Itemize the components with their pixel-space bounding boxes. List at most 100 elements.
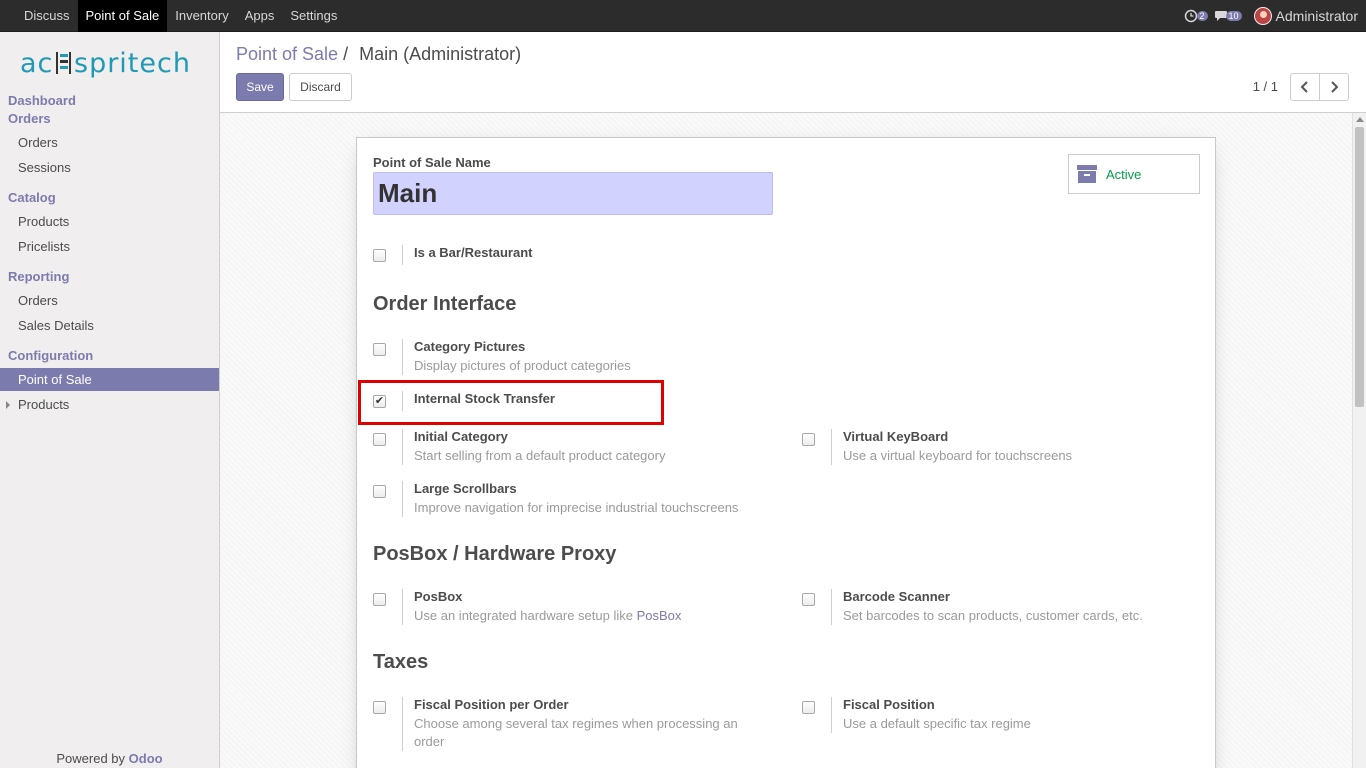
option-initial-category: Initial Category Start selling from a de… [373,429,793,467]
option-virtual-keyboard: Virtual KeyBoard Use a virtual keyboard … [802,429,1222,467]
barcode-scanner-desc: Set barcodes to scan products, customer … [843,608,1143,623]
odoo-link[interactable]: Odoo [129,751,163,766]
archive-icon [1077,165,1097,183]
internal-stock-transfer-checkbox[interactable] [373,395,386,408]
sidebar-head-configuration[interactable]: Configuration [8,348,93,363]
bar-restaurant-checkbox[interactable] [373,249,386,262]
fiscal-position-per-order-title: Fiscal Position per Order [414,697,569,712]
company-logo: ac spritech [20,44,200,84]
option-posbox: PosBox Use an integrated hardware setup … [373,589,793,627]
powered-by-text: Powered by [56,751,126,766]
barcode-scanner-checkbox[interactable] [802,593,815,606]
sidebar-head-catalog[interactable]: Catalog [8,190,56,205]
systray: 2 10 Administrator [1184,0,1358,32]
option-barcode-scanner: Barcode Scanner Set barcodes to scan pro… [802,589,1222,627]
sidebar-head-dashboard[interactable]: Dashboard [8,93,76,108]
chevron-left-icon [1300,81,1308,93]
divider [831,589,832,625]
divider [831,429,832,465]
posbox-desc-wrap: Use an integrated hardware setup like Po… [414,607,754,625]
powered-by: Powered by Odoo [0,751,219,766]
menu-settings[interactable]: Settings [282,0,345,32]
sidebar-item-config-products[interactable]: Products [0,393,219,416]
section-order-interface: Order Interface [373,293,517,315]
virtual-keyboard-title: Virtual KeyBoard [843,429,949,444]
sidebar-item-label: Products [18,397,70,412]
activity-button[interactable]: 2 [1184,7,1208,25]
save-button[interactable]: Save [236,73,284,101]
fiscal-position-title: Fiscal Position [843,697,935,712]
initial-category-title: Initial Category [414,429,508,444]
breadcrumb: Point of Sale / Main (Administrator) [236,44,521,65]
pos-name-input[interactable]: Main [373,172,773,215]
barcode-scanner-title: Barcode Scanner [843,589,950,604]
option-large-scrollbars: Large Scrollbars Improve navigation for … [373,481,793,519]
category-pictures-desc: Display pictures of product categories [414,358,631,373]
divider [402,429,403,465]
virtual-keyboard-checkbox[interactable] [802,433,815,446]
menu-discuss[interactable]: Discuss [16,0,78,32]
posbox-title: PosBox [414,589,463,604]
initial-category-checkbox[interactable] [373,433,386,446]
clock-icon [1184,9,1197,23]
sidebar-item-report-orders[interactable]: Orders [0,289,219,312]
option-fiscal-position: Fiscal Position Use a default specific t… [802,697,1222,735]
form-view: Point of Sale Name Main Active Is a Bar/… [220,113,1352,768]
active-label: Active [1106,166,1142,182]
svg-text:spritech: spritech [74,48,191,79]
category-pictures-checkbox[interactable] [373,343,386,356]
sidebar-item-sales-details[interactable]: Sales Details [0,314,219,337]
active-toggle-button[interactable]: Active [1068,154,1200,194]
menu-apps[interactable]: Apps [237,0,283,32]
scrollbar-thumb[interactable] [1355,127,1364,407]
messages-button[interactable]: 10 [1214,7,1242,25]
option-bar-restaurant: Is a Bar/Restaurant [373,245,793,265]
sidebar-item-orders[interactable]: Orders [0,131,219,154]
breadcrumb-parent[interactable]: Point of Sale [236,44,338,64]
posbox-link[interactable]: PosBox [637,608,682,623]
user-name: Administrator [1275,8,1358,24]
virtual-keyboard-desc: Use a virtual keyboard for touchscreens [843,448,1073,463]
menu-inventory[interactable]: Inventory [167,0,236,32]
divider [831,697,832,733]
divider [402,481,403,517]
breadcrumb-current: Main (Administrator) [359,44,522,64]
option-category-pictures: Category Pictures Display pictures of pr… [373,339,793,377]
fiscal-position-checkbox[interactable] [802,701,815,714]
avatar [1253,7,1272,25]
sidebar: ac spritech Dashboard Orders Orders Sess… [0,32,220,768]
control-panel: Point of Sale / Main (Administrator) Sav… [220,32,1366,113]
sidebar-item-products[interactable]: Products [0,210,219,233]
sidebar-head-reporting[interactable]: Reporting [8,269,69,284]
large-scrollbars-checkbox[interactable] [373,485,386,498]
chevron-right-icon [1331,81,1339,93]
sidebar-item-point-of-sale[interactable]: Point of Sale [0,368,219,391]
divider [402,245,403,265]
fiscal-position-per-order-checkbox[interactable] [373,701,386,714]
section-posbox: PosBox / Hardware Proxy [373,543,617,565]
scroll-up-icon[interactable] [1356,117,1364,122]
sidebar-item-pricelists[interactable]: Pricelists [0,235,219,258]
discard-button[interactable]: Discard [289,73,352,101]
menu-point-of-sale[interactable]: Point of Sale [77,0,168,32]
breadcrumb-separator: / [343,44,349,64]
top-navbar: Discuss Point of Sale Inventory Apps Set… [0,0,1366,32]
category-pictures-title: Category Pictures [414,339,526,354]
initial-category-desc: Start selling from a default product cat… [414,448,666,463]
pager-previous-button[interactable] [1290,73,1320,101]
option-internal-stock-transfer: Internal Stock Transfer [373,391,793,411]
user-menu[interactable]: Administrator [1253,7,1358,25]
messages-count-badge: 10 [1225,11,1242,21]
posbox-checkbox[interactable] [373,593,386,606]
svg-text:ac: ac [20,48,53,79]
large-scrollbars-title: Large Scrollbars [414,481,517,496]
pos-name-label: Point of Sale Name [373,155,491,170]
bar-restaurant-title: Is a Bar/Restaurant [414,245,533,260]
sidebar-head-orders[interactable]: Orders [8,111,51,126]
scrollbar[interactable] [1352,113,1366,768]
form-sheet: Point of Sale Name Main Active Is a Bar/… [356,137,1216,768]
sidebar-item-sessions[interactable]: Sessions [0,156,219,179]
section-taxes: Taxes [373,651,429,673]
option-fiscal-position-per-order: Fiscal Position per Order Choose among s… [373,697,793,753]
pager-next-button[interactable] [1319,73,1349,101]
